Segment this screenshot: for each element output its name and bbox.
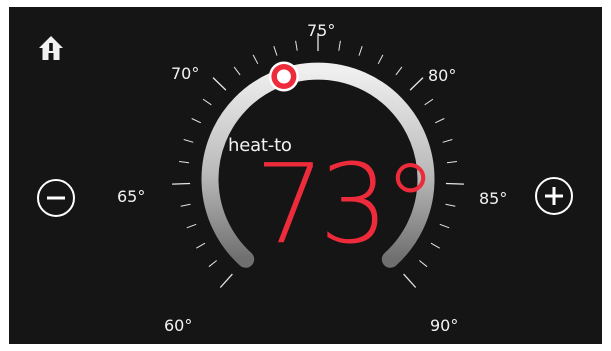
thermostat-screen: 60° 65° 70° 75° 80° 85° 90° heat-to 73° [9,7,602,344]
minor-tick [180,203,191,207]
minor-tick [395,66,403,76]
tick-label-70: 70° [171,64,199,83]
minor-tick [439,223,450,229]
major-tick [445,182,464,185]
minor-tick [442,139,453,143]
home-icon[interactable] [38,35,64,61]
minor-tick [186,223,197,229]
minor-tick [196,242,206,249]
major-tick [219,273,233,288]
tick-label-65: 65° [117,187,145,206]
minor-tick [430,242,440,249]
major-tick [172,182,191,185]
setpoint-handle[interactable] [268,61,299,92]
minus-icon [47,196,65,200]
minor-tick [446,161,457,164]
minor-tick [424,98,434,106]
minor-tick [445,203,456,207]
setpoint-display: 73° [255,140,438,268]
minor-tick [202,98,212,106]
minor-tick [252,54,259,65]
major-tick [403,273,417,288]
minor-tick [338,40,341,51]
plus-icon [545,187,563,205]
major-tick [212,77,227,91]
minor-tick [295,40,298,51]
minor-tick [183,139,194,143]
tick-label-80: 80° [428,66,456,85]
tick-label-90: 90° [430,316,458,335]
minor-tick [273,46,278,56]
major-tick [409,77,424,91]
increase-temperature-button[interactable] [535,177,573,215]
minor-tick [179,161,190,164]
minor-tick [434,118,445,124]
minor-tick [233,66,241,76]
tick-label-75: 75° [307,21,335,40]
minor-tick [377,54,384,65]
minor-tick [208,260,218,268]
minor-tick [191,118,202,124]
tick-label-60: 60° [164,316,192,335]
decrease-temperature-button[interactable] [37,179,75,217]
tick-label-85: 85° [479,189,507,208]
minor-tick [358,46,363,56]
